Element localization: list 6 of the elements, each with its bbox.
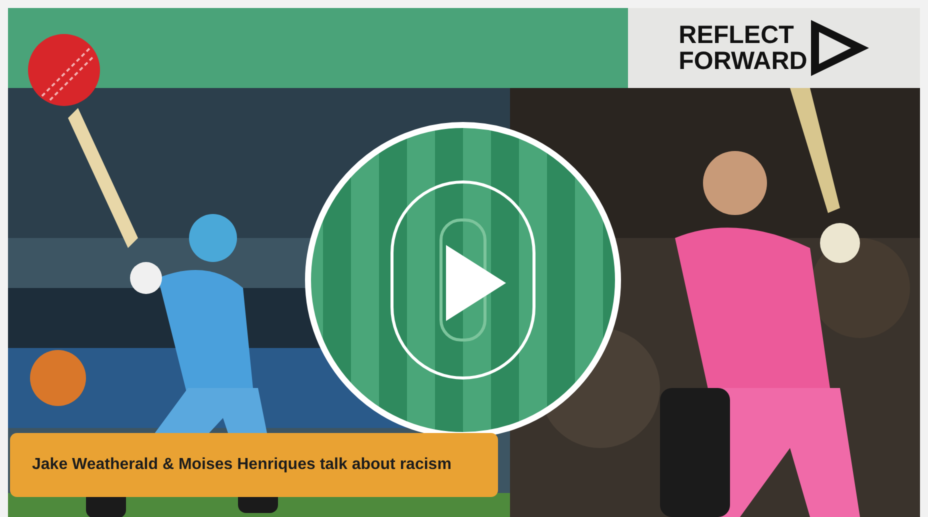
cricket-ball-icon <box>28 34 100 106</box>
logo-text: REFLECT <box>678 22 795 48</box>
logo-text: FORWARD <box>678 48 808 74</box>
play-button[interactable] <box>446 245 506 321</box>
triangle-icon <box>811 20 870 76</box>
video-caption: Jake Weatherald & Moises Henriques talk about racism <box>10 433 498 497</box>
